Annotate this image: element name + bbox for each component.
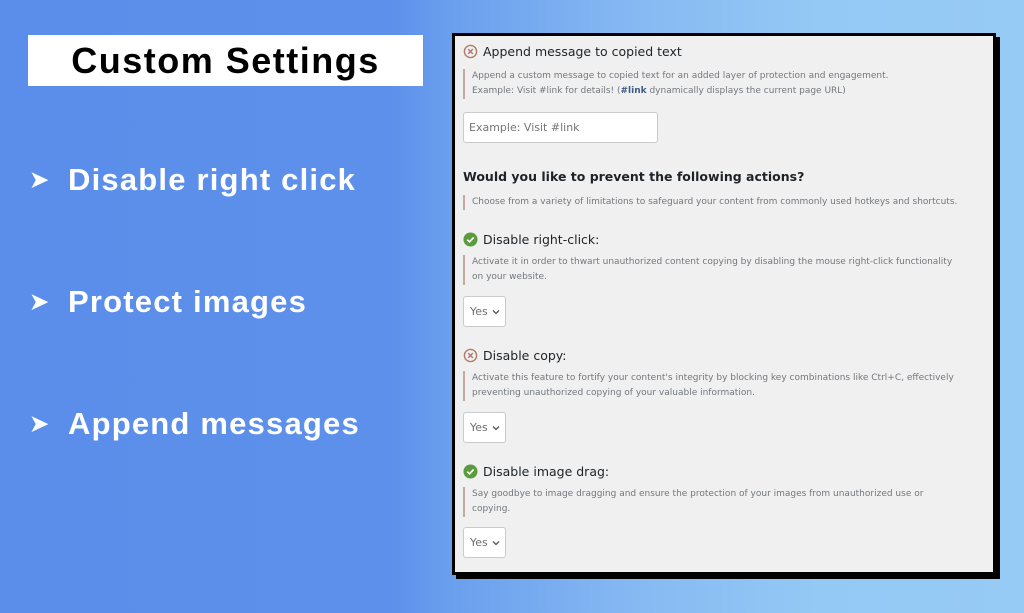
prevent-actions-heading: Would you like to prevent the following … bbox=[463, 169, 805, 184]
select-value: Yes bbox=[470, 536, 488, 549]
append-message-heading: Append message to copied text bbox=[463, 44, 983, 59]
select-value: Yes bbox=[470, 305, 488, 318]
append-message-input[interactable] bbox=[463, 112, 658, 143]
option-title: Disable copy: bbox=[483, 348, 567, 363]
arrow-bullet-icon: ➤ bbox=[30, 289, 50, 314]
description-line: Example: Visit #link for details! (#link… bbox=[472, 84, 983, 99]
arrow-bullet-icon: ➤ bbox=[30, 167, 50, 192]
feature-label: Protect images bbox=[68, 284, 308, 319]
option-description: Activate this feature to fortify your co… bbox=[463, 371, 962, 401]
option-title: Disable image drag: bbox=[483, 464, 610, 479]
disable-image-drag-select[interactable]: Yes bbox=[463, 527, 506, 558]
description-line: Append a custom message to copied text f… bbox=[472, 71, 889, 81]
chevron-down-icon bbox=[492, 425, 500, 430]
chevron-down-icon bbox=[492, 540, 500, 545]
option-disable-right-click: Disable right-click: Activate it in orde… bbox=[463, 232, 983, 285]
disable-right-click-select[interactable]: Yes bbox=[463, 296, 506, 327]
title-banner: Custom Settings bbox=[28, 35, 423, 86]
feature-protect-images: ➤ Protect images bbox=[30, 284, 307, 320]
page-title: Custom Settings bbox=[71, 39, 380, 81]
option-heading: Disable image drag: bbox=[463, 464, 983, 479]
append-message-section: Append message to copied text Append a c… bbox=[463, 44, 983, 99]
prevent-actions-description: Choose from a variety of limitations to … bbox=[463, 195, 983, 210]
append-message-title: Append message to copied text bbox=[483, 44, 682, 59]
x-circle-icon bbox=[463, 44, 478, 59]
feature-append-messages: ➤ Append messages bbox=[30, 406, 360, 442]
disable-copy-select[interactable]: Yes bbox=[463, 412, 506, 443]
check-circle-icon bbox=[463, 232, 478, 247]
settings-panel: Append message to copied text Append a c… bbox=[452, 33, 996, 575]
chevron-down-icon bbox=[492, 309, 500, 314]
select-value: Yes bbox=[470, 421, 488, 434]
feature-disable-right-click: ➤ Disable right click bbox=[30, 162, 356, 198]
option-description: Say goodbye to image dragging and ensure… bbox=[463, 487, 942, 517]
text: Example: Visit #link for details! ( bbox=[472, 86, 621, 96]
check-circle-icon bbox=[463, 464, 478, 479]
option-title: Disable right-click: bbox=[483, 232, 600, 247]
option-heading: Disable copy: bbox=[463, 348, 983, 363]
option-heading: Disable right-click: bbox=[463, 232, 983, 247]
text: dynamically displays the current page UR… bbox=[646, 86, 846, 96]
x-circle-icon bbox=[463, 348, 478, 363]
feature-label: Append messages bbox=[68, 406, 360, 441]
link-token: #link bbox=[620, 86, 647, 96]
arrow-bullet-icon: ➤ bbox=[30, 411, 50, 436]
option-disable-image-drag: Disable image drag: Say goodbye to image… bbox=[463, 464, 983, 517]
feature-label: Disable right click bbox=[68, 162, 357, 197]
append-message-description: Append a custom message to copied text f… bbox=[463, 69, 983, 99]
prevent-actions-section: Would you like to prevent the following … bbox=[463, 169, 983, 210]
option-description: Activate it in order to thwart unauthori… bbox=[463, 255, 962, 285]
option-disable-copy: Disable copy: Activate this feature to f… bbox=[463, 348, 983, 401]
